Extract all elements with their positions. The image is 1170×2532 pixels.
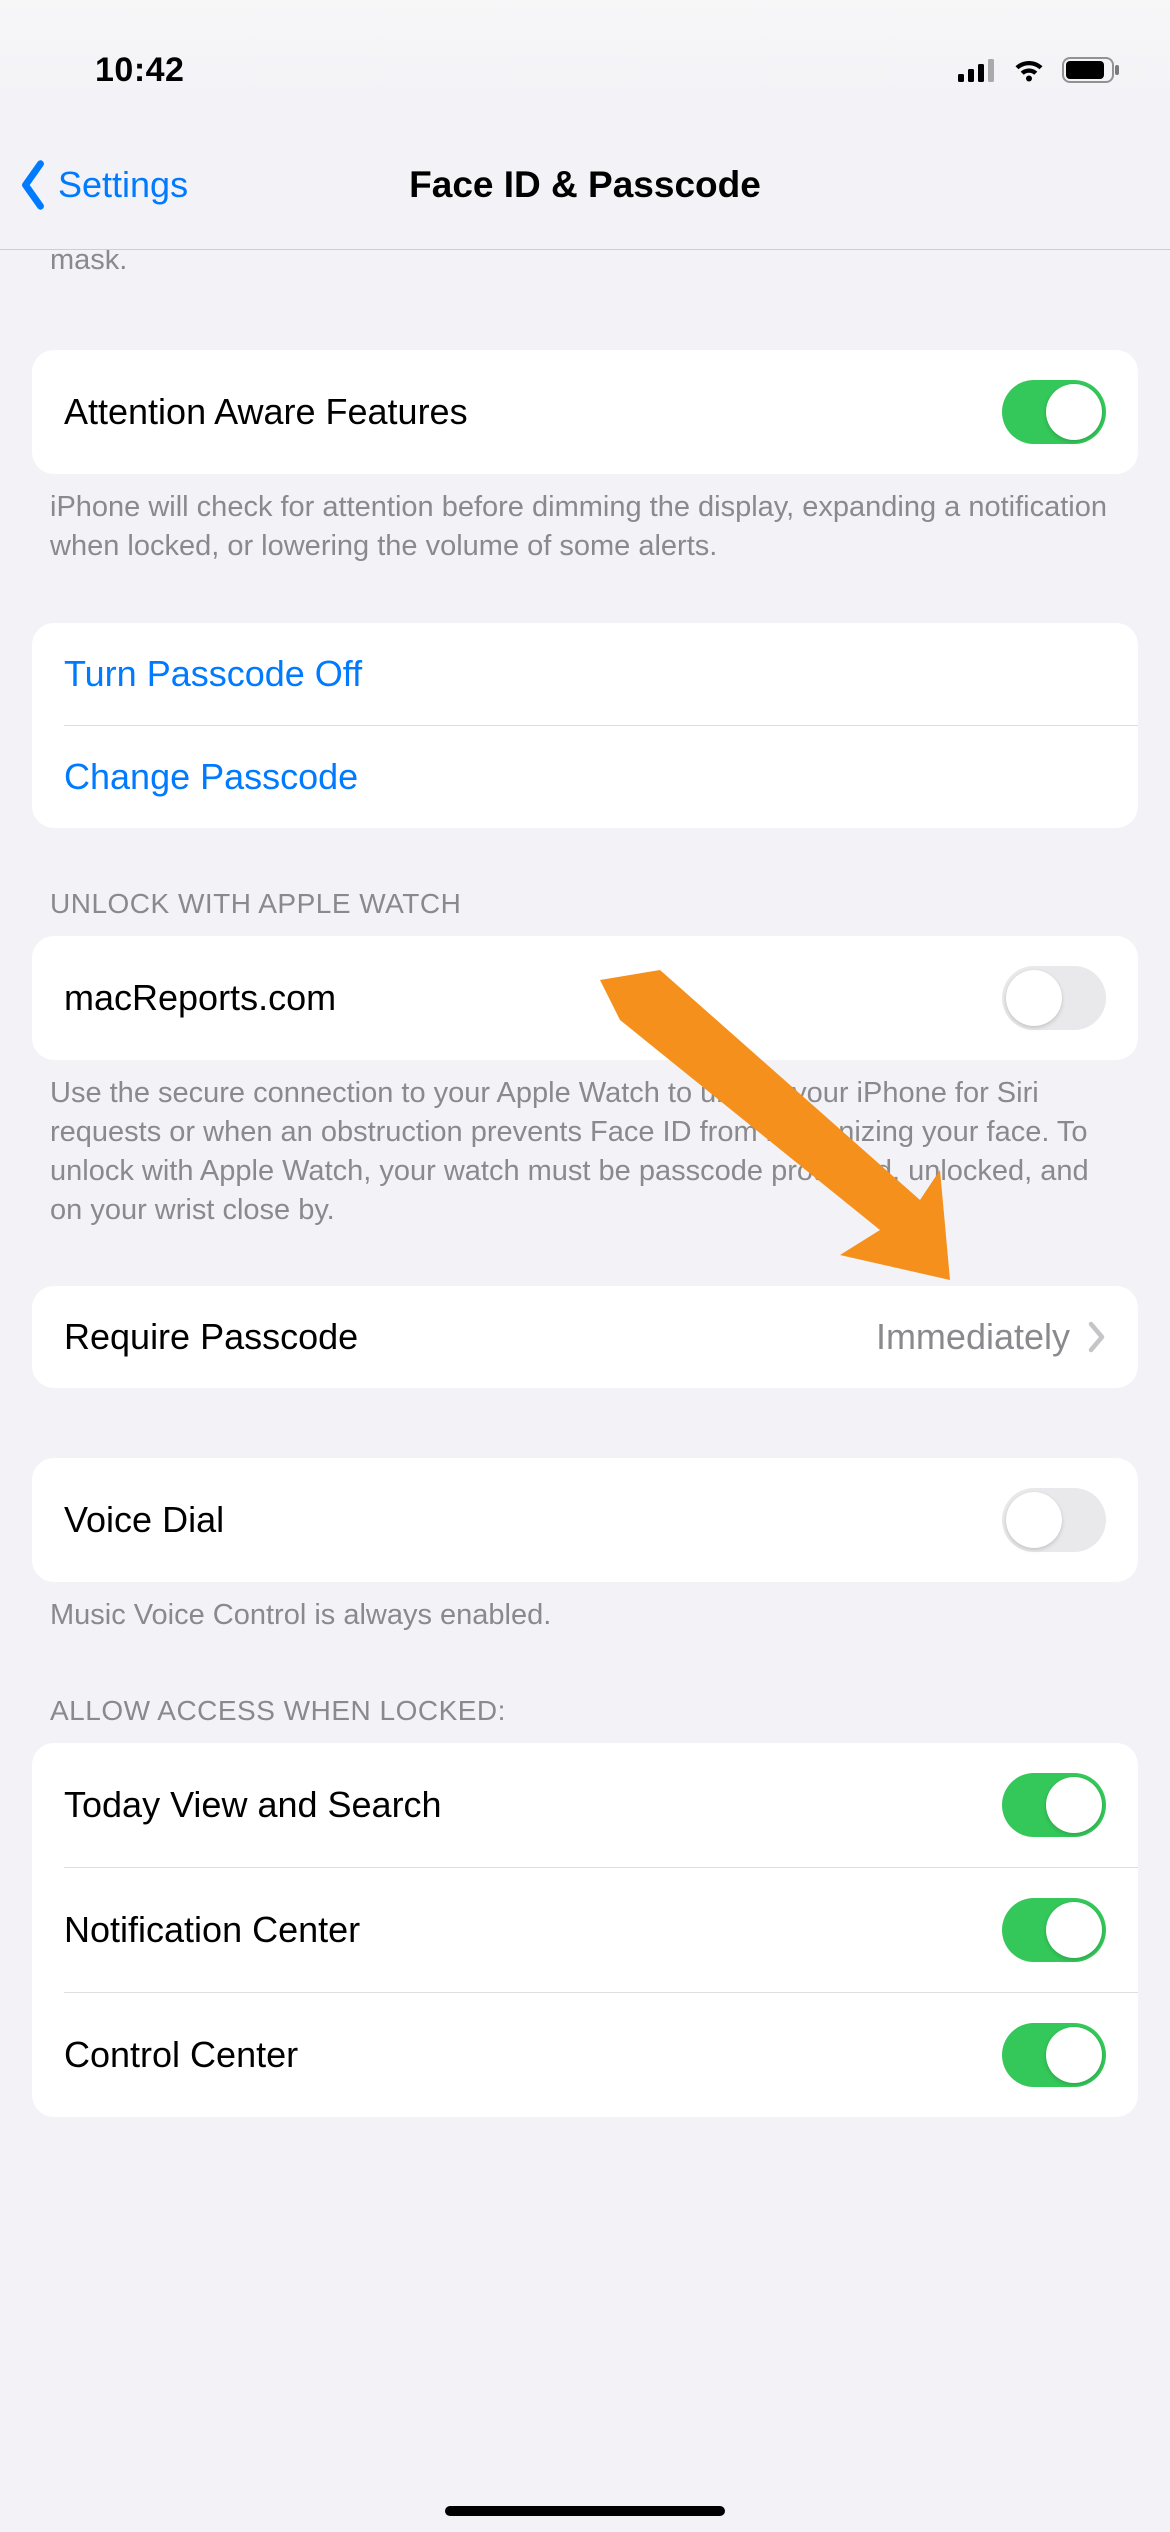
- back-button[interactable]: Settings: [14, 160, 188, 210]
- allow-notification-toggle[interactable]: [1002, 1898, 1106, 1962]
- chevron-left-icon: [14, 160, 52, 210]
- wifi-icon: [1011, 57, 1047, 83]
- require-passcode-label: Require Passcode: [64, 1316, 358, 1358]
- allow-notification-cell[interactable]: Notification Center: [64, 1867, 1138, 1992]
- chevron-right-icon: [1088, 1321, 1106, 1353]
- voice-dial-toggle[interactable]: [1002, 1488, 1106, 1552]
- status-bar: 10:42: [0, 0, 1170, 120]
- watch-group: macReports.com: [32, 936, 1138, 1060]
- allow-today-label: Today View and Search: [64, 1784, 442, 1826]
- allow-header: ALLOW ACCESS WHEN LOCKED:: [0, 1635, 1170, 1743]
- voice-dial-footer: Music Voice Control is always enabled.: [0, 1582, 1170, 1635]
- attention-aware-cell[interactable]: Attention Aware Features: [32, 350, 1138, 474]
- battery-icon: [1062, 57, 1120, 83]
- watch-item-cell[interactable]: macReports.com: [32, 936, 1138, 1060]
- back-label: Settings: [58, 164, 188, 206]
- change-passcode-label: Change Passcode: [64, 756, 358, 798]
- prev-footer-fragment: some sunglasses. Face ID will always req…: [0, 250, 1170, 294]
- change-passcode-cell[interactable]: Change Passcode: [64, 725, 1138, 828]
- require-passcode-value: Immediately: [876, 1316, 1070, 1358]
- allow-control-cell[interactable]: Control Center: [64, 1992, 1138, 2117]
- watch-item-label: macReports.com: [64, 977, 336, 1019]
- passcode-actions-group: Turn Passcode Off Change Passcode: [32, 623, 1138, 828]
- status-time: 10:42: [95, 51, 184, 90]
- home-indicator[interactable]: [445, 2506, 725, 2516]
- content[interactable]: some sunglasses. Face ID will always req…: [0, 250, 1170, 2532]
- require-group: Require Passcode Immediately: [32, 1286, 1138, 1388]
- allow-control-toggle[interactable]: [1002, 2023, 1106, 2087]
- turn-passcode-off-label: Turn Passcode Off: [64, 653, 362, 695]
- allow-today-toggle[interactable]: [1002, 1773, 1106, 1837]
- attention-aware-toggle[interactable]: [1002, 380, 1106, 444]
- attention-aware-label: Attention Aware Features: [64, 391, 468, 433]
- page-title: Face ID & Passcode: [409, 164, 761, 206]
- require-passcode-cell[interactable]: Require Passcode Immediately: [32, 1286, 1138, 1388]
- voice-dial-label: Voice Dial: [64, 1499, 224, 1541]
- cellular-icon: [958, 58, 996, 82]
- attention-footer: iPhone will check for attention before d…: [0, 474, 1170, 566]
- allow-group: Today View and Search Notification Cente…: [32, 1743, 1138, 2117]
- voice-dial-group: Voice Dial: [32, 1458, 1138, 1582]
- watch-item-toggle[interactable]: [1002, 966, 1106, 1030]
- turn-passcode-off-cell[interactable]: Turn Passcode Off: [32, 623, 1138, 725]
- require-passcode-value-wrap: Immediately: [876, 1316, 1106, 1358]
- voice-dial-cell[interactable]: Voice Dial: [32, 1458, 1138, 1582]
- attention-group: Attention Aware Features: [32, 350, 1138, 474]
- allow-notification-label: Notification Center: [64, 1909, 360, 1951]
- nav-bar: Settings Face ID & Passcode: [0, 120, 1170, 250]
- allow-control-label: Control Center: [64, 2034, 298, 2076]
- status-icons: [958, 57, 1120, 83]
- watch-footer: Use the secure connection to your Apple …: [0, 1060, 1170, 1231]
- watch-header: UNLOCK WITH APPLE WATCH: [0, 828, 1170, 936]
- allow-today-cell[interactable]: Today View and Search: [32, 1743, 1138, 1867]
